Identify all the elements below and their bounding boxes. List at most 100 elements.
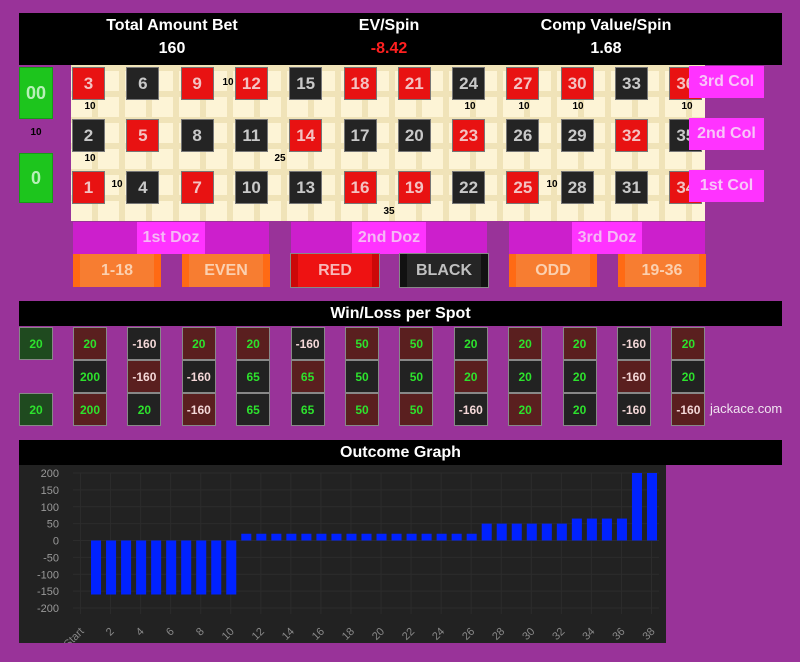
number-5[interactable]: 5 [126, 119, 160, 152]
bar-15 [301, 533, 312, 541]
winloss-cell: 20 [562, 327, 597, 360]
bar-13 [271, 533, 282, 541]
chip[interactable]: 10 [108, 179, 126, 191]
column-bet-3rd[interactable]: 3rd Col [689, 66, 764, 98]
x-tick-label: 38 [640, 626, 657, 643]
number-14[interactable]: 14 [289, 119, 323, 152]
bar-32 [556, 523, 567, 541]
number-20[interactable]: 20 [397, 119, 431, 152]
zero-0[interactable]: 0 [19, 153, 53, 203]
winloss-cell: 20 [453, 327, 488, 360]
number-22[interactable]: 22 [452, 171, 486, 204]
number-1[interactable]: 1 [72, 171, 105, 204]
x-tick-label: 10 [220, 626, 237, 643]
number-21[interactable]: 21 [397, 67, 431, 100]
number-8[interactable]: 8 [180, 119, 214, 152]
chip[interactable]: 35 [380, 206, 398, 218]
chip[interactable]: 10 [27, 127, 45, 139]
outcome-chart-svg: 200150100500-50-100-150-200Start 2 4 6 8 10 12… [37, 468, 659, 651]
winloss-cell: 50 [399, 393, 434, 426]
outcome-graph: 200 150 100 50 0 -50 -100 -150 -200 Start 2 4 6 8 10 12… [19, 465, 666, 651]
winloss-cell: -160 [181, 360, 216, 393]
number-31[interactable]: 31 [615, 171, 648, 204]
number-13[interactable]: 13 [289, 171, 323, 204]
number-24[interactable]: 24 [452, 67, 486, 100]
x-tick-label: 16 [310, 626, 327, 643]
column-bet-2nd[interactable]: 2nd Col [689, 118, 764, 150]
chip[interactable]: 10 [543, 179, 561, 191]
zero-00[interactable]: 00 [19, 67, 53, 119]
y-tick-label: 0 [53, 536, 59, 548]
number-15[interactable]: 15 [289, 67, 323, 100]
winloss-cell: 65 [290, 393, 325, 426]
number-29[interactable]: 29 [560, 119, 594, 152]
bar-8 [196, 540, 207, 595]
number-2[interactable]: 2 [72, 119, 105, 152]
bet-even[interactable]: EVEN [182, 254, 270, 287]
dozen-bet-1st[interactable]: 1st Doz [73, 222, 269, 254]
number-30[interactable]: 30 [560, 67, 594, 100]
bet-red[interactable]: RED [290, 253, 380, 288]
winloss-cell: 20 [562, 393, 597, 426]
chip[interactable]: 10 [678, 101, 696, 113]
winloss-cell: -160 [617, 327, 651, 360]
number-10[interactable]: 10 [234, 171, 268, 204]
x-tick-label: 8 [194, 626, 207, 639]
number-17[interactable]: 17 [343, 119, 377, 152]
number-4[interactable]: 4 [126, 171, 160, 204]
chip[interactable]: 10 [515, 101, 533, 113]
x-tick-label: 36 [610, 626, 627, 643]
bar-12 [256, 533, 267, 541]
bet-1-18[interactable]: 1-18 [73, 254, 161, 287]
bet-19-36[interactable]: 19-36 [618, 254, 706, 287]
column-bet-1st[interactable]: 1st Col [689, 170, 764, 202]
bar-36 [616, 518, 627, 541]
number-11[interactable]: 11 [234, 119, 268, 152]
winloss-cell: 50 [399, 327, 434, 360]
y-tick-label: -100 [37, 569, 59, 581]
chip[interactable]: 10 [81, 101, 99, 113]
site-credit[interactable]: jackace.com [710, 401, 782, 416]
x-tick-label: 18 [340, 626, 357, 643]
chip[interactable]: 10 [461, 101, 479, 113]
bar-30 [526, 523, 537, 541]
number-23[interactable]: 23 [452, 119, 486, 152]
winloss-cell: -160 [127, 360, 162, 393]
bar-21 [391, 533, 402, 541]
number-12[interactable]: 12 [234, 67, 268, 100]
roulette-table: 00 0 10 10 10 10 10 10 10 10 25 10 10 35… [19, 65, 705, 221]
number-33[interactable]: 33 [615, 67, 648, 100]
dozen-bet-2nd[interactable]: 2nd Doz [291, 222, 487, 254]
number-7[interactable]: 7 [180, 171, 214, 204]
number-9[interactable]: 9 [180, 67, 214, 100]
number-32[interactable]: 32 [615, 119, 648, 152]
bet-odd[interactable]: ODD [509, 254, 597, 287]
number-18[interactable]: 18 [343, 67, 377, 100]
bar-34 [586, 518, 597, 541]
number-27[interactable]: 27 [506, 67, 540, 100]
comp-stat: Comp Value/Spin 1.68 [481, 13, 731, 59]
bar-16 [316, 533, 327, 541]
number-25[interactable]: 25 [506, 171, 540, 204]
bet-black[interactable]: BLACK [399, 253, 489, 288]
chip[interactable]: 25 [271, 153, 289, 165]
winloss-cell: 20 [508, 360, 543, 393]
number-26[interactable]: 26 [506, 119, 540, 152]
x-tick-label: 2 [104, 626, 117, 639]
total-bet-value: 160 [158, 40, 186, 57]
number-16[interactable]: 16 [343, 171, 377, 204]
bar-19 [361, 533, 372, 541]
winloss-cell: 200 [73, 393, 107, 426]
dozen-bet-3rd[interactable]: 3rd Doz [509, 222, 705, 254]
x-tick-label: 28 [490, 626, 507, 643]
number-19[interactable]: 19 [397, 171, 431, 204]
winloss-title: Win/Loss per Spot [19, 301, 782, 326]
y-tick-label: -150 [37, 586, 59, 598]
chip[interactable]: 10 [569, 101, 587, 113]
number-6[interactable]: 6 [126, 67, 160, 100]
number-28[interactable]: 28 [560, 171, 594, 204]
chip[interactable]: 10 [81, 153, 99, 165]
bar-1 [91, 540, 102, 595]
number-3[interactable]: 3 [72, 67, 105, 100]
winloss-cell: -160 [671, 393, 706, 426]
